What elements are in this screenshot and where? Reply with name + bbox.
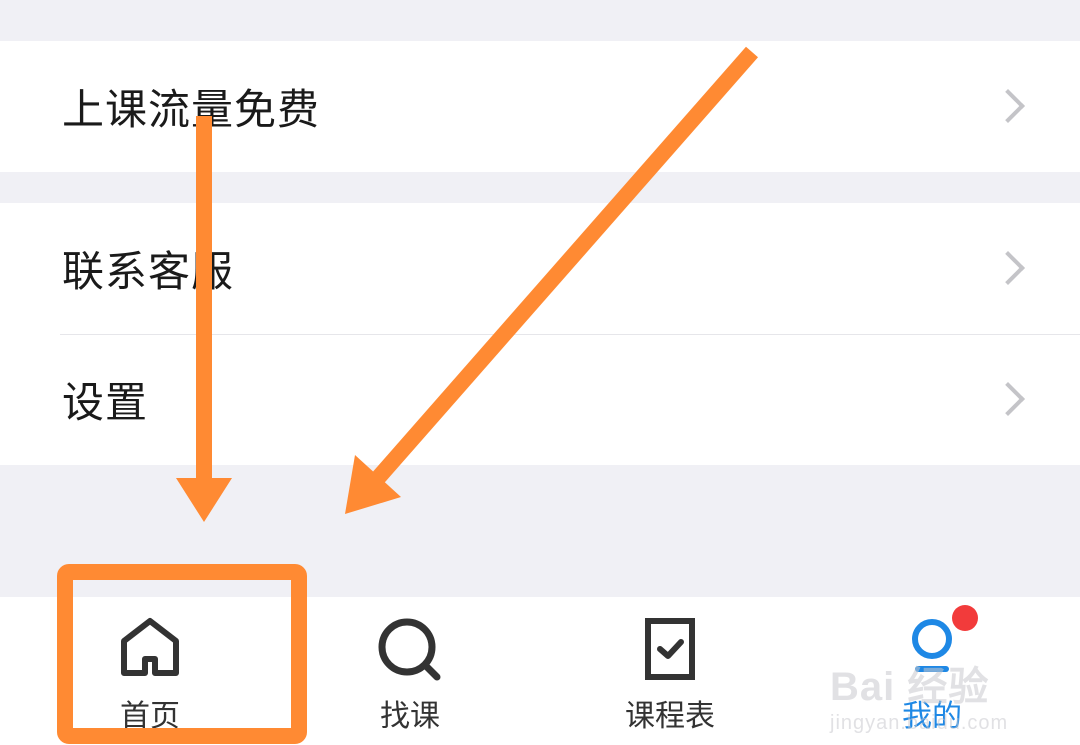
search-icon [378,618,441,681]
watermark-brand: Bai 经验 [830,665,990,709]
menu-item-label: 联系客服 [62,247,235,296]
chevron-right-icon [991,88,1025,123]
divider [60,334,1080,335]
menu-item-label: 设置 [62,378,149,427]
watermark: Bai 经验 jingyan.baidu.com [830,654,1008,735]
menu-item-free-traffic[interactable]: 上课流量免费 [0,41,1080,172]
tab-find-course[interactable]: 找课 [320,597,500,745]
chevron-right-icon [991,250,1025,285]
menu-item-settings[interactable]: 设置 [0,334,1080,465]
tab-schedule[interactable]: 课程表 [580,597,760,745]
schedule-icon [645,618,695,680]
chevron-right-icon [991,381,1025,416]
tab-label: 课程表 [625,699,715,734]
menu-item-contact-support[interactable]: 联系客服 [0,203,1080,334]
menu-group-traffic: 上课流量免费 [0,41,1080,172]
notification-badge [952,605,978,631]
tab-label: 首页 [120,699,180,734]
home-icon [121,618,179,676]
menu-item-label: 上课流量免费 [62,85,321,134]
menu-group-support: 联系客服 设置 [0,203,1080,465]
watermark-site: jingyan.baidu.com [830,712,1009,734]
tab-label: 找课 [380,699,440,734]
tab-home[interactable]: 首页 [60,597,240,745]
